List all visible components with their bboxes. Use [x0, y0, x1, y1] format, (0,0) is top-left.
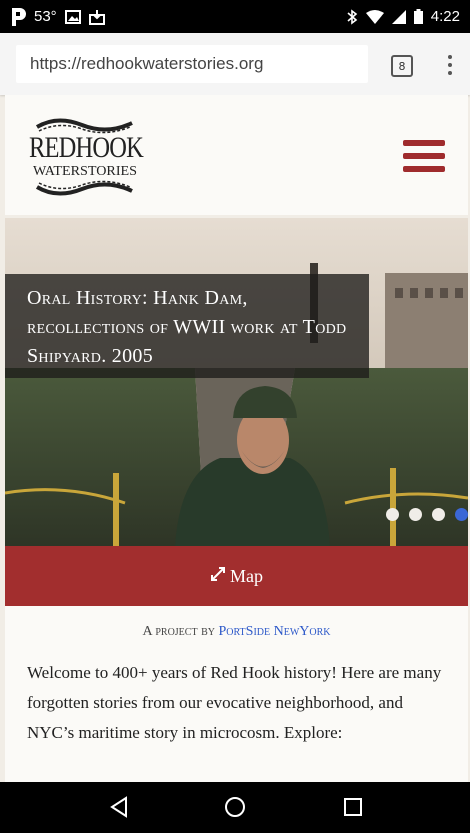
map-label: Map [230, 565, 263, 586]
status-bar: 53° 4:22 [0, 0, 470, 33]
browser-toolbar: https://redhookwaterstories.org 8 [0, 33, 470, 95]
status-right: 4:22 [336, 8, 470, 25]
app-notification-icon [10, 7, 26, 26]
tab-switcher-button[interactable]: 8 [391, 55, 413, 77]
home-icon[interactable] [222, 794, 248, 820]
svg-text:REDHOOK: REDHOOK [29, 131, 144, 164]
status-left: 53° [0, 7, 115, 26]
download-icon [88, 9, 105, 25]
bluetooth-icon [346, 8, 358, 25]
slider-dots [386, 508, 468, 521]
battery-icon [413, 9, 423, 24]
wifi-icon [365, 9, 384, 24]
slider-dot[interactable] [432, 508, 445, 521]
url-field[interactable]: https://redhookwaterstories.org [16, 45, 368, 83]
portside-link[interactable]: PortSide NewYork [218, 624, 330, 639]
overflow-menu-icon[interactable] [440, 53, 460, 77]
svg-text:WATERSTORIES: WATERSTORIES [33, 164, 137, 179]
clock: 4:22 [430, 8, 460, 25]
slider-dot[interactable] [409, 508, 422, 521]
image-icon [64, 9, 81, 24]
recents-icon[interactable] [340, 794, 366, 820]
hero-caption[interactable]: Oral History: Hank Dam, recollections of… [5, 274, 369, 378]
main-content: A project by PortSide NewYork Welcome to… [5, 606, 468, 782]
expand-arrows-icon [210, 566, 226, 587]
site-header: REDHOOK WATERSTORIES [5, 95, 468, 215]
project-credit: A project by PortSide NewYork [5, 624, 468, 640]
back-icon[interactable] [106, 794, 132, 820]
hero-slider[interactable]: Oral History: Hank Dam, recollections of… [5, 218, 468, 546]
system-nav-bar [0, 782, 470, 833]
hero-photo [5, 218, 468, 546]
hamburger-menu-icon[interactable] [403, 140, 445, 172]
site-logo[interactable]: REDHOOK WATERSTORIES [27, 115, 147, 205]
intro-paragraph: Welcome to 400+ years of Red Hook histor… [27, 663, 442, 742]
project-prefix: A project by [142, 624, 215, 639]
signal-icon [391, 9, 406, 24]
temperature: 53° [34, 8, 57, 25]
map-button[interactable]: Map [5, 546, 468, 606]
slider-dot[interactable] [386, 508, 399, 521]
url-text: https://redhookwaterstories.org [30, 54, 264, 73]
slider-dot-active[interactable] [455, 508, 468, 521]
